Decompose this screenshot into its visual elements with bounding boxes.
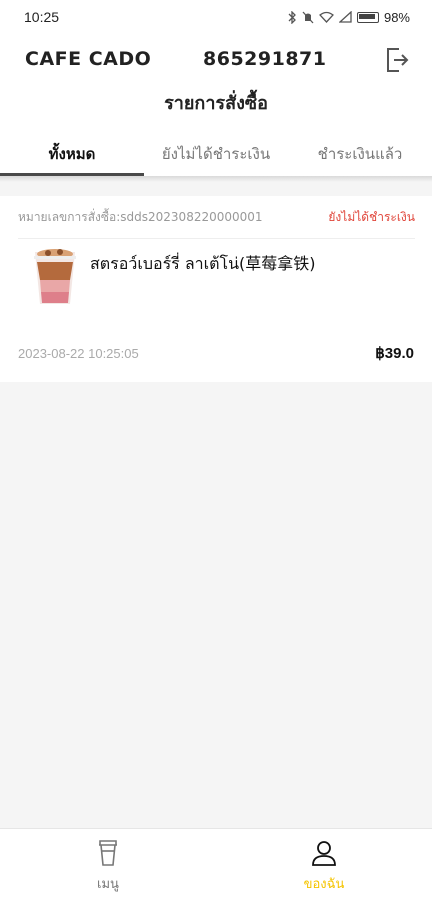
nav-label: ของฉัน xyxy=(303,877,345,892)
bottom-nav: เมนู ของฉัน xyxy=(0,828,432,900)
tabs-divider xyxy=(0,176,432,182)
page-title: รายการสั่งซื้อ xyxy=(164,93,268,114)
nav-profile[interactable]: ของฉัน xyxy=(216,829,432,900)
store-name: CAFE CADO xyxy=(25,48,152,70)
tab-label: ทั้งหมด xyxy=(48,145,96,163)
divider xyxy=(18,238,415,239)
wifi-icon xyxy=(319,11,334,23)
header-row: CAFE CADO 865291871 xyxy=(0,46,432,76)
tab-unpaid[interactable]: ยังไม่ได้ชำระเงิน xyxy=(144,132,288,176)
logout-icon xyxy=(387,48,409,72)
tab-label: ยังไม่ได้ชำระเงิน xyxy=(161,145,271,163)
nav-label: เมนู xyxy=(97,877,119,892)
status-bar: 10:25 98% xyxy=(0,0,432,34)
header: CAFE CADO 865291871 รายการสั่งซื้อ ทั้งห… xyxy=(0,34,432,182)
tab-all[interactable]: ทั้งหมด xyxy=(0,132,144,176)
order-header: หมายเลขการสั่งซื้อ:sdds202308220000001 ย… xyxy=(18,206,415,228)
user-icon xyxy=(312,841,336,866)
battery-percent: 98% xyxy=(383,9,410,25)
order-number: หมายเลขการสั่งซื้อ:sdds202308220000001 xyxy=(18,209,263,224)
mute-icon xyxy=(302,11,314,23)
battery-icon xyxy=(356,11,379,23)
order-card[interactable]: หมายเลขการสั่งซื้อ:sdds202308220000001 ย… xyxy=(0,196,432,382)
signal-icon xyxy=(338,11,352,23)
product-image xyxy=(34,249,76,304)
product-name: สตรอว์เบอร์รี่ ลาเต้โน่(草莓拿铁) xyxy=(90,254,316,273)
bluetooth-icon xyxy=(288,10,296,24)
status-time: 10:25 xyxy=(24,9,60,25)
tab-paid[interactable]: ชำระเงินแล้ว xyxy=(288,132,432,176)
status-icons: 98% xyxy=(287,10,410,25)
order-price: ฿39.0 xyxy=(375,345,414,362)
nav-menu[interactable]: เมนู xyxy=(0,829,216,900)
order-tabs: ทั้งหมด ยังไม่ได้ชำระเงิน ชำระเงินแล้ว xyxy=(0,132,432,176)
logout-button[interactable] xyxy=(384,46,410,74)
order-status-badge: ยังไม่ได้ชำระเงิน xyxy=(328,209,415,224)
cup-icon xyxy=(99,840,117,866)
store-id: 865291871 xyxy=(203,48,327,70)
tab-label: ชำระเงินแล้ว xyxy=(317,145,403,163)
order-date: 2023-08-22 10:25:05 xyxy=(18,346,139,361)
